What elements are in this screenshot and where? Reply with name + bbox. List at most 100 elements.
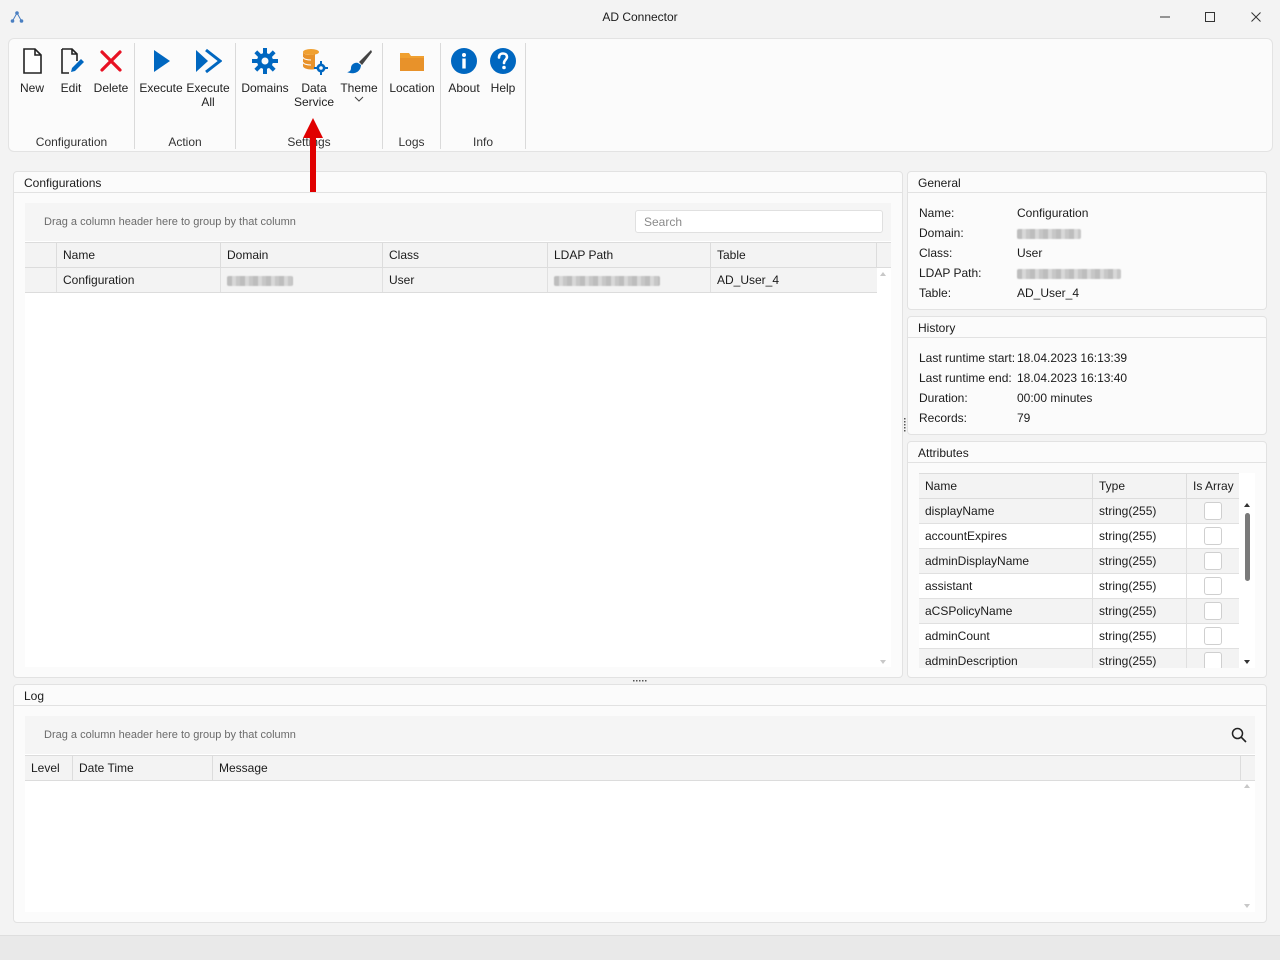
search-icon[interactable] — [1231, 727, 1247, 743]
fast-forward-icon — [194, 47, 223, 75]
table-row[interactable]: Configuration User AD_User_4 — [25, 268, 877, 293]
general-name-value: Configuration — [1017, 206, 1089, 220]
minimize-icon — [1160, 16, 1170, 18]
maximize-icon — [1205, 12, 1215, 22]
general-domain-label: Domain: — [919, 226, 964, 240]
status-bar — [0, 935, 1280, 960]
panel-title: Configurations — [24, 176, 102, 190]
is-array-checkbox[interactable] — [1204, 552, 1222, 570]
ribbon-group-label: Action — [168, 135, 202, 149]
search-input[interactable] — [636, 211, 882, 232]
scroll-down-icon[interactable] — [879, 658, 887, 666]
attribute-type: string(255) — [1093, 624, 1187, 648]
column-header-date-time[interactable]: Date Time — [73, 756, 213, 780]
attributes-header: Name Type Is Array — [919, 473, 1239, 499]
column-header-name[interactable]: Name — [57, 243, 221, 267]
column-header-table[interactable]: Table — [711, 243, 877, 267]
table-row[interactable]: adminDescription string(255) — [919, 649, 1239, 668]
scrollbar-thumb[interactable] — [1245, 513, 1250, 581]
minimize-button[interactable] — [1142, 0, 1188, 34]
scroll-up-icon[interactable] — [1243, 782, 1251, 790]
ribbon-group-label: Configuration — [35, 135, 108, 149]
table-row[interactable]: adminCount string(255) — [919, 624, 1239, 649]
ribbon-group-info: About Help Info — [441, 43, 526, 149]
cell-table: AD_User_4 — [717, 273, 780, 287]
help-button[interactable]: Help — [485, 47, 521, 95]
attribute-type: string(255) — [1093, 549, 1187, 573]
attribute-name: displayName — [919, 499, 1093, 523]
edit-button[interactable]: Edit — [54, 47, 88, 95]
column-header-level[interactable]: Level — [25, 756, 73, 780]
ribbon-group-action: Execute Execute All Action — [135, 43, 236, 149]
table-row[interactable]: accountExpires string(255) — [919, 524, 1239, 549]
location-button-label: Location — [389, 81, 435, 95]
attribute-name: adminCount — [919, 624, 1093, 648]
scroll-down-icon[interactable] — [1243, 902, 1251, 910]
column-header-type[interactable]: Type — [1093, 474, 1187, 498]
group-by-bar[interactable]: Drag a column header here to group by th… — [25, 716, 1255, 754]
attribute-name: adminDescription — [919, 649, 1093, 668]
is-array-checkbox[interactable] — [1204, 652, 1222, 668]
is-array-checkbox[interactable] — [1204, 602, 1222, 620]
close-button[interactable] — [1233, 0, 1279, 34]
gear-icon — [251, 47, 279, 75]
attribute-name: assistant — [919, 574, 1093, 598]
is-array-checkbox[interactable] — [1204, 527, 1222, 545]
scroll-down-icon[interactable] — [1243, 658, 1251, 666]
horizontal-splitter-grip[interactable] — [633, 679, 647, 683]
new-button[interactable]: New — [15, 47, 49, 95]
scroll-up-icon[interactable] — [1243, 501, 1251, 509]
general-domain-value-redacted — [1017, 226, 1081, 240]
table-row[interactable]: aCSPolicyName string(255) — [919, 599, 1239, 624]
column-header-ldap-path[interactable]: LDAP Path — [548, 243, 711, 267]
maximize-button[interactable] — [1187, 0, 1233, 34]
history-end-value: 18.04.2023 16:13:40 — [1017, 371, 1128, 385]
general-name-label: Name: — [919, 206, 955, 220]
about-button-label: About — [448, 81, 480, 95]
cell-class: User — [383, 268, 548, 292]
table-row[interactable]: adminDisplayName string(255) — [919, 549, 1239, 574]
column-header-is-array[interactable]: Is Array — [1187, 474, 1239, 498]
location-button[interactable]: Location — [387, 47, 437, 95]
ribbon: New Edit Delete Configuration Execute Ex… — [8, 38, 1273, 152]
data-service-button[interactable]: Data Service — [292, 47, 336, 109]
is-array-checkbox[interactable] — [1204, 577, 1222, 595]
scroll-up-icon[interactable] — [879, 270, 887, 278]
column-header-class[interactable]: Class — [383, 243, 548, 267]
close-icon — [1251, 12, 1261, 22]
attribute-type: string(255) — [1093, 649, 1187, 668]
domains-button[interactable]: Domains — [240, 47, 290, 95]
panel-title: General — [918, 176, 961, 190]
execute-button[interactable]: Execute — [139, 47, 183, 95]
column-header-domain[interactable]: Domain — [221, 243, 383, 267]
group-by-bar[interactable]: Drag a column header here to group by th… — [25, 203, 891, 241]
theme-button-label: Theme — [340, 81, 378, 95]
general-table-value: AD_User_4 — [1017, 286, 1080, 300]
chevron-down-icon — [354, 96, 364, 102]
table-row[interactable]: displayName string(255) — [919, 499, 1239, 524]
execute-all-button[interactable]: Execute All — [185, 47, 231, 109]
history-duration-value: 00:00 minutes — [1017, 391, 1093, 405]
about-button[interactable]: About — [445, 47, 483, 95]
group-by-hint: Drag a column header here to group by th… — [44, 729, 296, 741]
configurations-grid: Drag a column header here to group by th… — [25, 203, 891, 667]
window-title: AD Connector — [602, 10, 678, 24]
group-by-hint: Drag a column header here to group by th… — [44, 216, 296, 228]
cell-ldap-path-redacted — [548, 268, 711, 292]
theme-button[interactable]: Theme — [338, 47, 380, 103]
table-row[interactable]: assistant string(255) — [919, 574, 1239, 599]
help-button-label: Help — [490, 81, 516, 95]
is-array-checkbox[interactable] — [1204, 627, 1222, 645]
cell-domain-redacted — [221, 268, 383, 292]
history-panel: History Last runtime start: 18.04.2023 1… — [907, 316, 1267, 435]
search-box — [635, 210, 883, 233]
is-array-checkbox[interactable] — [1204, 502, 1222, 520]
column-header-message[interactable]: Message — [213, 756, 1241, 780]
general-panel: General Name: Configuration Domain: Clas… — [907, 171, 1267, 310]
general-ldap-value-redacted — [1017, 266, 1121, 280]
column-header-name[interactable]: Name — [919, 474, 1093, 498]
paintbrush-icon — [345, 47, 373, 75]
general-class-label: Class: — [919, 246, 953, 260]
delete-button-label: Delete — [93, 81, 129, 95]
delete-button[interactable]: Delete — [93, 47, 129, 95]
